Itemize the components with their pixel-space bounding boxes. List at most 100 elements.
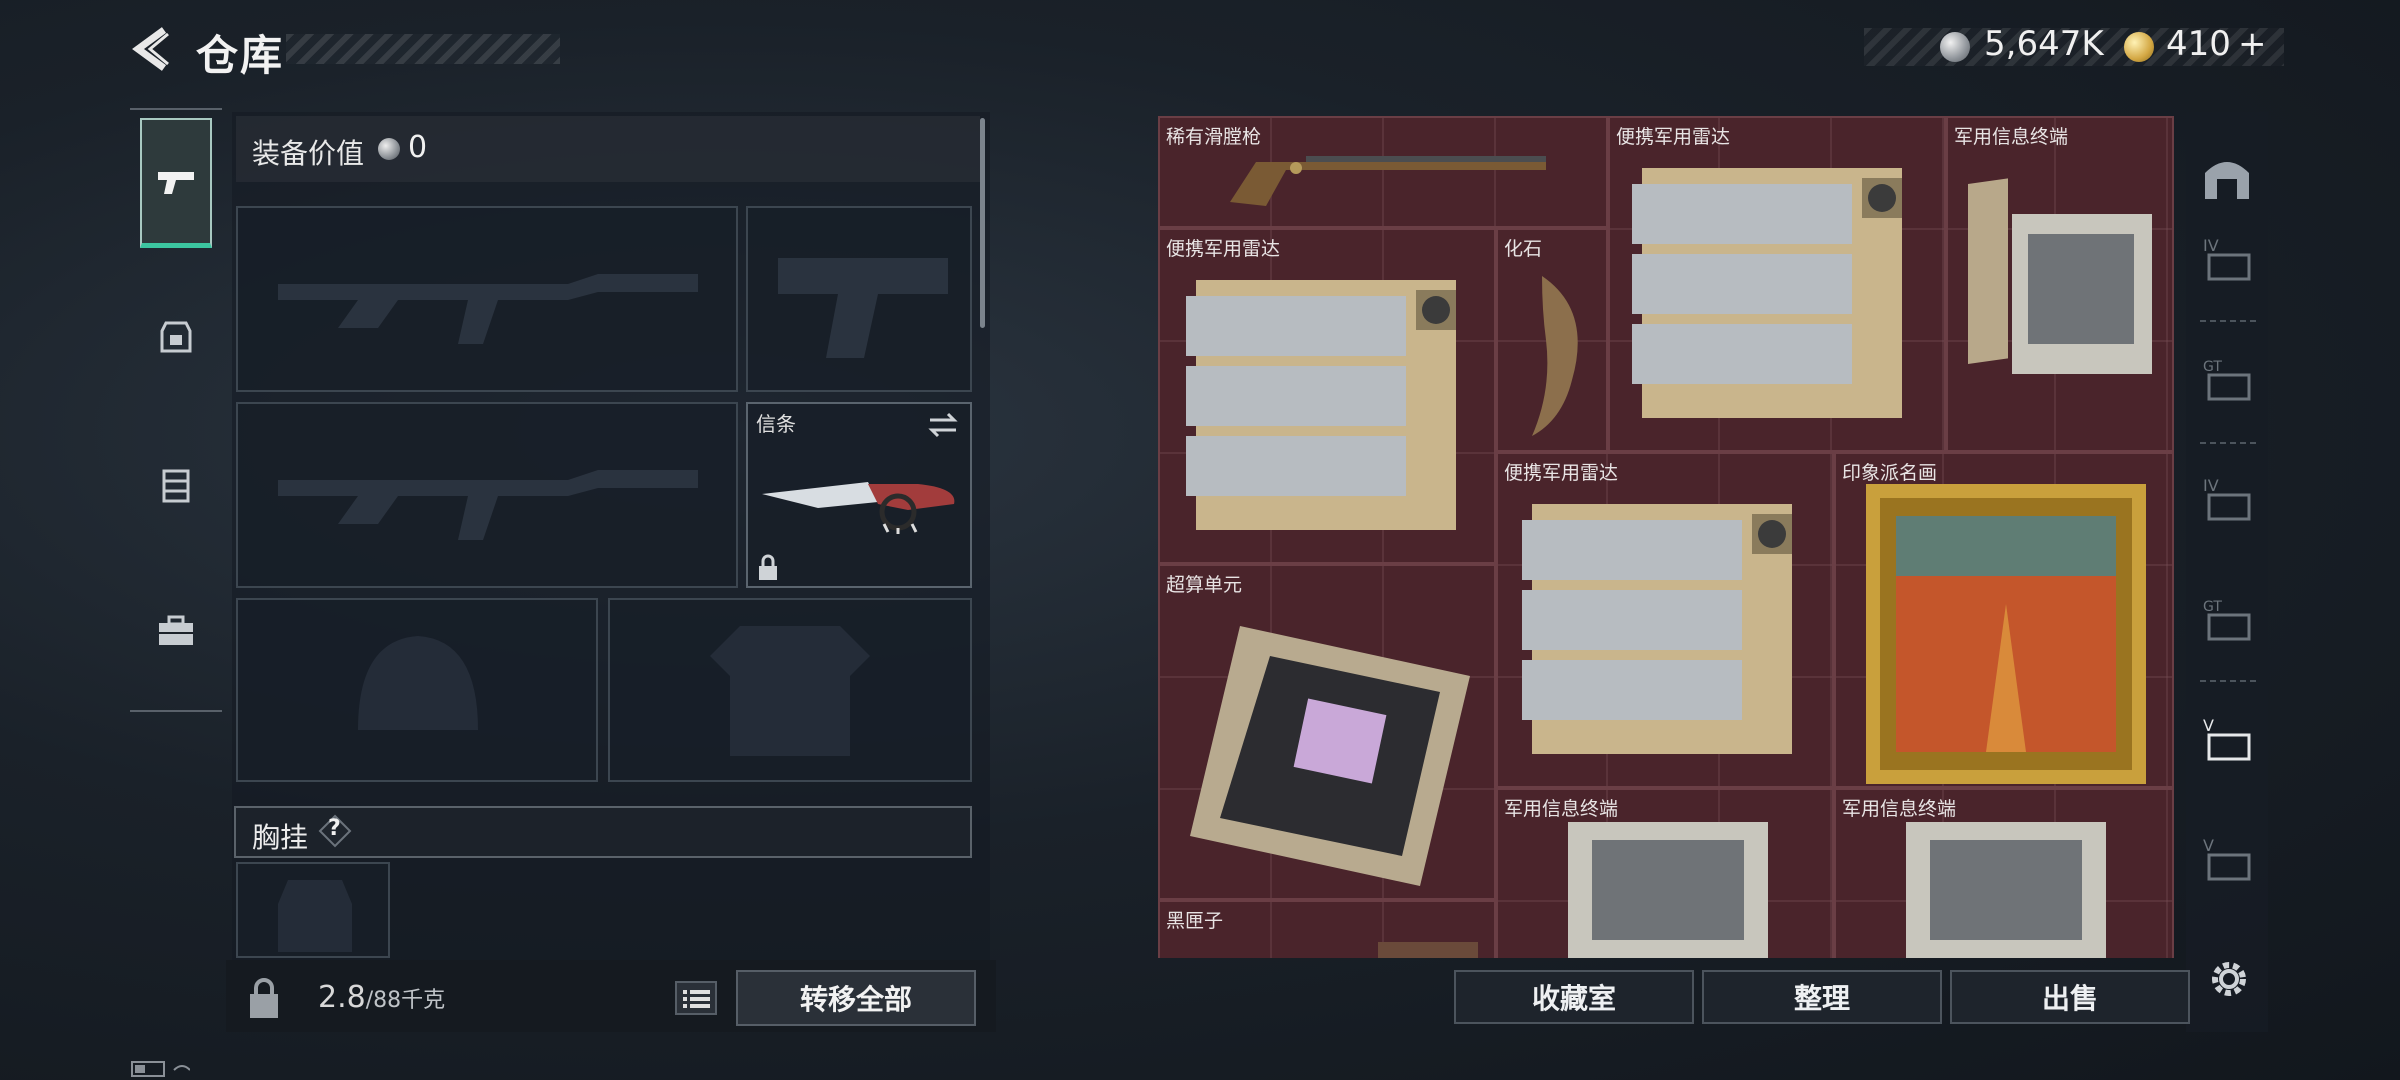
item-label: 超算单元 (1166, 574, 1243, 596)
storage-item[interactable]: 便携军用雷达 (1158, 228, 1496, 564)
transfer-all-button[interactable]: 转移全部 (736, 970, 976, 1026)
storage-page-iv-1-icon[interactable]: IV (2196, 226, 2258, 288)
help-mark: ? (328, 816, 341, 841)
black-box-icon (1378, 942, 1478, 958)
swap-icon[interactable] (926, 410, 960, 440)
storage-item[interactable]: 印象派名画 (1834, 452, 2174, 788)
armor-slot[interactable] (608, 598, 972, 782)
rifle-silhouette-icon (278, 470, 698, 540)
chest-rig-label: 胸挂 (252, 821, 309, 854)
pistol-silhouette-icon (778, 258, 948, 358)
item-label: 军用信息终端 (1842, 798, 1957, 820)
melee-slot[interactable]: 信条 (746, 402, 972, 588)
item-label: 便携军用雷达 (1166, 238, 1281, 260)
gold-add-button[interactable]: + (2238, 24, 2267, 64)
tab-containers[interactable] (140, 420, 212, 550)
storage-item[interactable]: 化石 (1496, 228, 1608, 452)
storage-item[interactable]: 便携军用雷达 (1608, 116, 1946, 452)
storage-page-iv-2-icon[interactable]: IV (2196, 466, 2258, 528)
rifle-silhouette-icon (278, 274, 698, 344)
list-view-icon[interactable] (674, 980, 718, 1016)
divider (2200, 442, 2256, 444)
storage-item[interactable]: 便携军用雷达 (1496, 452, 1834, 788)
lock-icon (759, 554, 777, 580)
item-label: 便携军用雷达 (1616, 126, 1731, 148)
helmet-slot[interactable] (236, 598, 598, 782)
primary-weapon-slot[interactable] (236, 206, 738, 392)
melee-slot-label: 信条 (756, 412, 796, 436)
knife-icon (762, 482, 955, 534)
vest-silhouette-icon (278, 880, 352, 952)
secondary-weapon-slot[interactable] (236, 402, 738, 588)
back-arrow-icon[interactable] (128, 26, 178, 72)
storage-item[interactable]: 军用信息终端 (1834, 788, 2174, 958)
storage-item[interactable]: 稀有滑膛枪 (1158, 116, 1608, 228)
body-armor-silhouette-icon (710, 626, 870, 756)
backpack-lock-icon (250, 978, 278, 1018)
divider (2200, 680, 2256, 682)
briefcase-icon (159, 615, 193, 645)
tab-weapons[interactable] (140, 118, 212, 248)
equipment-value: 0 (408, 130, 428, 165)
storage-page-v-1-icon[interactable]: V (2196, 706, 2258, 768)
divider (2200, 320, 2256, 322)
equipment-scrollbar[interactable] (980, 118, 985, 328)
fossil-claw-icon (1532, 276, 1578, 436)
svg-text:V: V (2203, 716, 2214, 735)
tab-toolbox[interactable] (140, 566, 212, 696)
info-terminal-icon (1568, 822, 1768, 958)
tab-equipment[interactable] (140, 270, 212, 400)
weight-max: /88千克 (365, 988, 446, 1013)
storage-item[interactable]: 超算单元 (1158, 564, 1496, 900)
weight-readout: 2.8/88千克 (318, 980, 445, 1015)
impressionist-painting-icon (1866, 484, 2146, 784)
weight-current: 2.8 (318, 980, 366, 1015)
item-label: 军用信息终端 (1954, 126, 2069, 148)
gold-amount: 410 (2166, 24, 2231, 64)
item-label: 黑匣子 (1166, 910, 1224, 932)
container-icon (162, 469, 190, 503)
helmet-silhouette-icon (358, 636, 478, 730)
battery-wifi-status-icon (131, 1061, 190, 1077)
silver-coin-icon (1940, 32, 1970, 62)
silver-amount: 5,647K (1984, 24, 2104, 64)
svg-text:IV: IV (2203, 236, 2219, 255)
info-terminal-icon (1906, 822, 2106, 958)
chest-rig-slot[interactable] (236, 862, 390, 958)
item-label: 印象派名画 (1842, 462, 1938, 484)
item-label: 化石 (1504, 238, 1543, 260)
pistol-slot[interactable] (746, 206, 972, 392)
musket-icon (1230, 156, 1546, 206)
item-label: 军用信息终端 (1504, 798, 1619, 820)
page-title: 仓库 (196, 31, 285, 80)
storage-grid: 稀有滑膛枪 便携军用雷达 军用信息终端 便携军用雷达 化石 便携军用雷达 印象派… (1158, 116, 2174, 958)
storage-home-icon[interactable] (2196, 146, 2258, 208)
help-icon[interactable]: ? (318, 814, 352, 848)
silver-coin-icon (378, 138, 400, 160)
military-radar-icon (1522, 504, 1792, 754)
storage-item[interactable]: 军用信息终端 (1946, 116, 2174, 452)
supercomputing-unit-icon (1190, 626, 1470, 886)
pistol-icon (158, 171, 194, 194)
storage-page-gt-2-icon[interactable]: GT (2196, 586, 2258, 648)
storage-page-gt-1-icon[interactable]: GT (2196, 346, 2258, 408)
sort-button[interactable]: 整理 (1702, 970, 1942, 1024)
equipment-value-label: 装备价值 (252, 137, 365, 170)
info-terminal-icon (1968, 178, 2152, 374)
svg-text:GT: GT (2203, 599, 2222, 615)
item-label: 便携军用雷达 (1504, 462, 1619, 484)
backpack-icon (160, 321, 192, 353)
svg-text:V: V (2203, 836, 2214, 855)
storage-item[interactable]: 军用信息终端 (1496, 788, 1834, 958)
collection-room-button[interactable]: 收藏室 (1454, 970, 1694, 1024)
military-radar-icon (1186, 280, 1456, 530)
storage-item[interactable]: 黑匣子 (1158, 900, 1496, 958)
settings-gear-icon[interactable] (2206, 956, 2252, 1002)
svg-text:IV: IV (2203, 476, 2219, 495)
storage-page-v-2-icon[interactable]: V (2196, 826, 2258, 888)
gold-coin-icon (2124, 32, 2154, 62)
military-radar-icon (1632, 168, 1902, 418)
title-decoration (286, 34, 560, 64)
sell-button[interactable]: 出售 (1950, 970, 2190, 1024)
svg-text:GT: GT (2203, 359, 2222, 375)
